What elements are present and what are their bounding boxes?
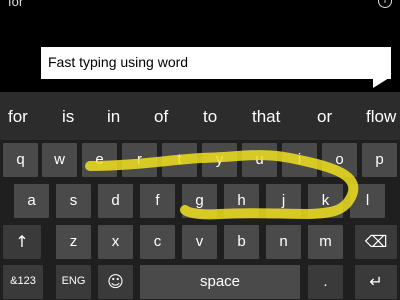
info-icon[interactable]: i	[378, 0, 392, 8]
key-m[interactable]: m	[308, 225, 343, 259]
suggestion-of[interactable]: of	[154, 107, 168, 127]
key-v[interactable]: v	[182, 225, 217, 259]
key-j[interactable]: j	[266, 184, 301, 218]
bubble-tail	[373, 78, 389, 88]
suggestion-flow[interactable]: flow	[366, 107, 396, 127]
emoji-key[interactable]: ☺	[98, 265, 133, 299]
suggestion-bar: for is in of to that or flow	[0, 92, 400, 140]
key-u[interactable]: u	[242, 143, 277, 177]
key-r[interactable]: r	[122, 143, 157, 177]
key-b[interactable]: b	[224, 225, 259, 259]
key-q[interactable]: q	[3, 143, 38, 177]
key-period[interactable]: .	[308, 265, 343, 299]
shift-key[interactable]: ↑	[3, 225, 41, 259]
speech-bubble: Fast typing using word	[41, 47, 391, 79]
key-g[interactable]: g	[182, 184, 217, 218]
key-o[interactable]: o	[322, 143, 357, 177]
enter-key[interactable]: ↵	[355, 265, 397, 299]
shift-up-arrow-icon: ↑	[15, 232, 29, 251]
key-d[interactable]: d	[98, 184, 133, 218]
key-h[interactable]: h	[224, 184, 259, 218]
key-w[interactable]: w	[42, 143, 77, 177]
backspace-icon: ⌫	[364, 232, 388, 251]
text-field-content[interactable]: for	[8, 0, 23, 9]
language-key[interactable]: ENG	[56, 265, 91, 299]
suggestion-is[interactable]: is	[62, 107, 74, 127]
suggestion-in[interactable]: in	[107, 107, 120, 127]
backspace-key[interactable]: ⌫	[355, 225, 397, 259]
key-n[interactable]: n	[266, 225, 301, 259]
bubble-text: Fast typing using word	[48, 54, 189, 70]
suggestion-for[interactable]: for	[8, 107, 28, 127]
key-t[interactable]: t	[162, 143, 197, 177]
key-i[interactable]: i	[282, 143, 317, 177]
suggestion-to[interactable]: to	[203, 107, 217, 127]
suggestion-that[interactable]: that	[252, 107, 280, 127]
key-c[interactable]: c	[140, 225, 175, 259]
key-a[interactable]: a	[14, 184, 49, 218]
key-z[interactable]: z	[56, 225, 91, 259]
key-l[interactable]: l	[350, 184, 385, 218]
key-f[interactable]: f	[140, 184, 175, 218]
key-e[interactable]: e	[82, 143, 117, 177]
key-s[interactable]: s	[56, 184, 91, 218]
enter-icon: ↵	[369, 272, 383, 291]
key-k[interactable]: k	[308, 184, 343, 218]
key-p[interactable]: p	[362, 143, 397, 177]
emoji-icon: ☺	[107, 272, 124, 291]
suggestion-or[interactable]: or	[317, 107, 332, 127]
numbers-key[interactable]: &123	[3, 265, 43, 299]
space-key[interactable]: space	[140, 265, 300, 299]
key-x[interactable]: x	[98, 225, 133, 259]
key-y[interactable]: y	[202, 143, 237, 177]
